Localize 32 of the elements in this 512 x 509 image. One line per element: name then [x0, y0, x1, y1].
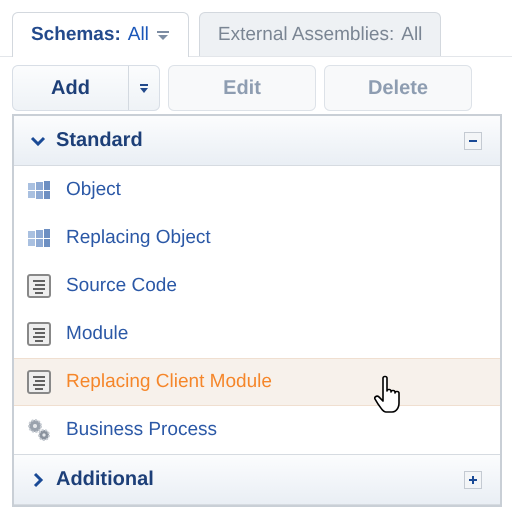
menu-item[interactable]: Business Process	[14, 406, 500, 454]
group-header[interactable]: Additional	[14, 454, 500, 505]
group-title: Standard	[56, 129, 144, 152]
menu-item-label: Replacing Client Module	[66, 371, 272, 393]
filter-caret-icon[interactable]	[156, 30, 170, 40]
add-button[interactable]: Add	[13, 66, 129, 110]
menu-item-label: Business Process	[66, 419, 218, 441]
tab-value: All	[401, 24, 422, 46]
add-split-button[interactable]: Add	[12, 65, 160, 111]
tab-label: Schemas:	[31, 24, 121, 46]
document-icon	[26, 322, 52, 346]
menu-item[interactable]: Source Code	[14, 262, 500, 310]
caret-icon[interactable]	[139, 84, 149, 92]
tab-value: All	[128, 24, 149, 46]
document-icon	[26, 274, 52, 298]
document-icon	[26, 370, 52, 394]
tab-label: External Assemblies:	[218, 24, 394, 46]
menu-item-label: Object	[66, 179, 121, 201]
collapse-icon[interactable]	[464, 132, 482, 150]
expand-icon[interactable]	[464, 470, 482, 488]
gears-icon	[26, 418, 52, 442]
cubes-icon	[26, 180, 52, 200]
group-title: Additional	[56, 468, 155, 491]
menu-item-label: Module	[66, 323, 128, 345]
group-header[interactable]: Standard	[14, 116, 500, 166]
menu-item[interactable]: Module	[14, 310, 500, 358]
menu-item[interactable]: Object	[14, 166, 500, 214]
menu-item-label: Replacing Object	[66, 227, 211, 249]
cubes-icon	[26, 228, 52, 248]
tab[interactable]: Schemas: All	[12, 12, 189, 57]
menu-item[interactable]: Replacing Object	[14, 214, 500, 262]
menu-item-label: Source Code	[66, 275, 177, 297]
